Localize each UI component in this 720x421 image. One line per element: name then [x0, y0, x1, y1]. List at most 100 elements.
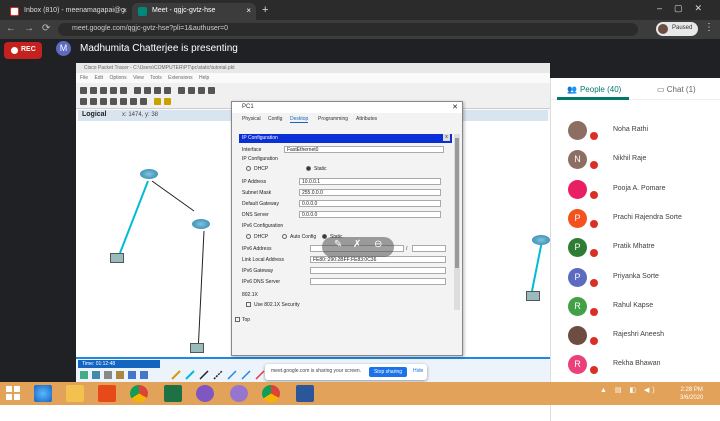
word-icon[interactable]	[296, 385, 314, 402]
dialog-close-icon[interactable]: ✕	[452, 103, 458, 111]
excel-icon[interactable]	[164, 385, 182, 402]
router-1[interactable]	[140, 169, 158, 179]
dialog-scrollbar[interactable]	[454, 134, 460, 310]
zoom-out-icon[interactable]	[188, 87, 195, 94]
interface-select[interactable]: FastEthernet0	[284, 146, 444, 153]
packet-tracer-menubar[interactable]: File Edit Options View Tools Extensions …	[76, 73, 550, 83]
participant-row[interactable]: P Pratik Mhatre	[551, 233, 720, 262]
mask-field[interactable]: 255.0.0.0	[299, 189, 441, 196]
close-icon[interactable]: x	[443, 134, 450, 141]
ipv6-prefix-field[interactable]	[412, 245, 446, 252]
stop-sharing-button[interactable]: Stop sharing	[369, 367, 407, 377]
system-tray[interactable]: ▲ ▤ ◧ ◀)	[600, 386, 658, 394]
auto-config-radio[interactable]: Auto Config	[282, 234, 316, 240]
move-icon[interactable]	[90, 98, 97, 105]
pc-3[interactable]	[526, 291, 540, 301]
new-icon[interactable]	[80, 87, 87, 94]
open-icon[interactable]	[90, 87, 97, 94]
link-local-field[interactable]: FE80::290:2BFF:FE83:0C36	[310, 256, 446, 263]
more-menu-icon[interactable]: ⋮	[704, 22, 714, 33]
tab-physical[interactable]: Physical	[242, 116, 261, 122]
pc-2[interactable]	[190, 343, 204, 353]
auto-config-label: Auto Config	[290, 234, 317, 240]
clock[interactable]: 2:28 PM 3/6/2020	[680, 386, 703, 402]
pc-1[interactable]	[110, 253, 124, 263]
app-icon[interactable]	[196, 385, 214, 402]
dot1x-checkbox[interactable]: Use 802.1X Security	[246, 302, 300, 308]
close-tab-icon[interactable]: ×	[122, 6, 127, 15]
static-radio[interactable]: Static	[306, 166, 327, 172]
zoom-in-icon[interactable]	[178, 87, 185, 94]
ip-field[interactable]: 10.0.0.1	[299, 178, 441, 185]
participant-row[interactable]: Noha Rathi	[551, 116, 720, 145]
profile-status: Paused	[672, 25, 693, 31]
paste-icon[interactable]	[144, 87, 151, 94]
new-tab-icon[interactable]: +	[262, 4, 268, 16]
dns-field[interactable]: 0.0.0.0	[299, 211, 441, 218]
wizard-icon[interactable]	[120, 87, 127, 94]
router-2[interactable]	[192, 219, 210, 229]
copy-icon[interactable]	[134, 87, 141, 94]
remove-icon[interactable]: ⊖	[374, 239, 382, 250]
select-icon[interactable]	[80, 98, 87, 105]
chrome-icon[interactable]	[130, 385, 148, 402]
tab-desktop[interactable]: Desktop	[290, 116, 309, 123]
tab-attributes[interactable]: Attributes	[356, 116, 377, 122]
ipv6-gateway-field[interactable]	[310, 267, 446, 274]
participant-row[interactable]: Pooja A. Pomare	[551, 175, 720, 204]
ie-icon[interactable]	[34, 385, 52, 402]
tab-inbox[interactable]: Inbox (810) - meenamagapai@g ×	[4, 3, 132, 20]
window-controls[interactable]: –▢✕	[657, 3, 714, 14]
avatar	[568, 326, 587, 346]
mute-icon[interactable]: ✗	[353, 239, 361, 250]
participant-row[interactable]: R Rekha Bhawan	[551, 350, 720, 379]
nav-buttons[interactable]: ←→⟳	[6, 23, 58, 34]
rec-label: REC	[21, 46, 36, 53]
url-field[interactable]: meet.google.com/qgjc-gvtz-hse?pli=1&auth…	[58, 23, 638, 36]
logical-tab[interactable]: Logical	[82, 111, 107, 118]
hide-button[interactable]: Hide	[413, 368, 423, 374]
tab-chat[interactable]: ▭ Chat (1)	[657, 85, 696, 94]
tab-programming[interactable]: Programming	[318, 116, 348, 122]
profile-button[interactable]: Paused	[656, 22, 698, 36]
resize-icon[interactable]	[140, 98, 147, 105]
router-3[interactable]	[532, 235, 550, 245]
tab-people[interactable]: 👥 People (40)	[567, 85, 621, 94]
panel-tabs: 👥 People (40) ▭ Chat (1)	[551, 78, 720, 100]
undo-icon[interactable]	[154, 87, 161, 94]
checkbox-icon	[235, 317, 240, 323]
draw-icon[interactable]	[130, 98, 137, 105]
radio-icon	[282, 234, 287, 240]
participant-row[interactable]: P Priyanka Sorte	[551, 263, 720, 292]
redo-icon[interactable]	[164, 87, 171, 94]
print-icon[interactable]	[110, 87, 117, 94]
save-icon[interactable]	[100, 87, 107, 94]
tab-meet[interactable]: Meet - qgjc-gvtz-hse ×	[132, 3, 256, 20]
media-icon[interactable]	[98, 385, 116, 402]
pin-icon[interactable]: ✎	[334, 239, 342, 250]
inspect-icon[interactable]	[120, 98, 127, 105]
participant-row[interactable]: Rajeshri Aneesh	[551, 321, 720, 350]
tab-config[interactable]: Config	[268, 116, 282, 122]
windows-start-icon[interactable]	[6, 386, 20, 400]
device-icon[interactable]	[208, 87, 215, 94]
close-tab-icon[interactable]: ×	[246, 6, 251, 15]
top-checkbox[interactable]: Top	[235, 317, 250, 323]
ipv6-dhcp-radio[interactable]: DHCP	[246, 234, 268, 240]
participant-row[interactable]: N Nikhil Raje	[551, 145, 720, 174]
palette-icon[interactable]	[198, 87, 205, 94]
explorer-icon[interactable]	[66, 385, 84, 402]
complex-pdu-icon[interactable]	[164, 98, 171, 105]
mic-muted-icon	[590, 337, 598, 346]
note-icon[interactable]	[100, 98, 107, 105]
chrome-active-icon[interactable]	[262, 385, 280, 402]
app-icon-2[interactable]	[230, 385, 248, 402]
dhcp-radio[interactable]: DHCP	[246, 166, 268, 172]
gateway-field[interactable]: 0.0.0.0	[299, 200, 441, 207]
participant-row[interactable]: P Prachi Rajendra Sorte	[551, 204, 720, 233]
ipv6-dns-field[interactable]	[310, 278, 446, 285]
participant-row[interactable]: R Rahul Kapse	[551, 292, 720, 321]
delete-icon[interactable]	[110, 98, 117, 105]
simple-pdu-icon[interactable]	[154, 98, 161, 105]
interface-label: Interface	[242, 147, 262, 153]
